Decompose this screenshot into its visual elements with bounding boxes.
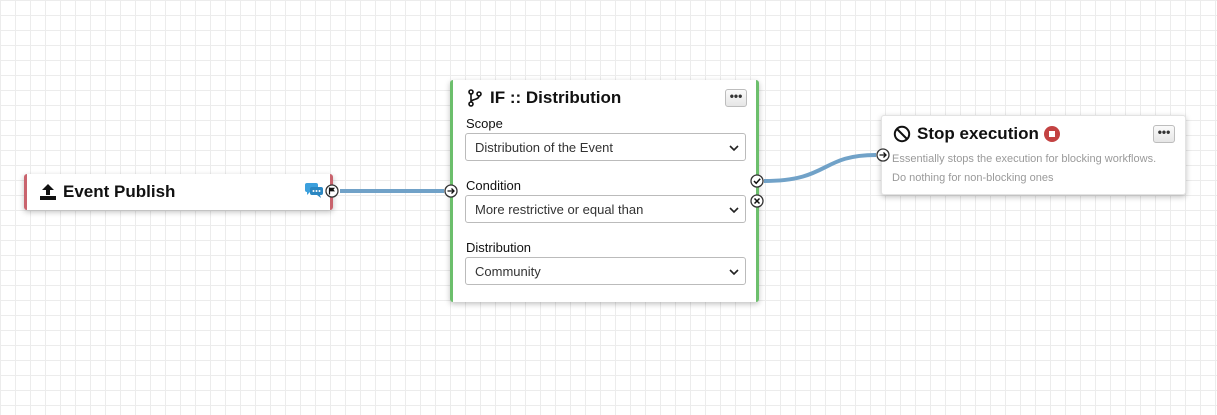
distribution-label: Distribution	[466, 240, 532, 255]
stop-options-button[interactable]: •••	[1153, 125, 1175, 143]
output-port-false[interactable]	[750, 194, 764, 208]
stop-description-line2: Do nothing for non-blocking ones	[892, 172, 1054, 184]
chevron-down-icon	[729, 145, 739, 152]
output-port-true[interactable]	[750, 174, 764, 188]
scope-value: Distribution of the Event	[475, 140, 614, 155]
comments-icon[interactable]	[304, 182, 324, 198]
input-port-arrow[interactable]	[444, 184, 458, 198]
upload-icon	[40, 184, 56, 200]
distribution-select[interactable]: Community	[465, 257, 746, 285]
trigger-node-event-publish[interactable]: Event Publish	[24, 174, 333, 210]
if-options-button[interactable]: •••	[725, 89, 747, 107]
distribution-value: Community	[475, 264, 541, 279]
output-port-flag[interactable]	[325, 184, 339, 198]
ban-icon	[893, 125, 911, 143]
scope-label: Scope	[466, 116, 503, 131]
condition-label: Condition	[466, 178, 521, 193]
wire-if-to-stop[interactable]	[763, 153, 877, 183]
stop-execution-node[interactable]: Stop execution ••• Essentially stops the…	[881, 115, 1186, 195]
condition-select[interactable]: More restrictive or equal than	[465, 195, 746, 223]
workflow-canvas[interactable]: Event Publish IF :: Distribution ••• Sco…	[0, 0, 1217, 415]
node-title: IF :: Distribution	[466, 88, 621, 108]
stop-circle-icon	[1043, 126, 1060, 142]
stop-description-line1: Essentially stops the execution for bloc…	[892, 153, 1157, 165]
trigger-title: Event Publish	[63, 182, 176, 201]
stop-title: Stop execution	[917, 124, 1039, 143]
chevron-down-icon	[729, 269, 739, 276]
chevron-down-icon	[729, 207, 739, 214]
code-branch-icon	[468, 89, 482, 107]
if-title: IF :: Distribution	[490, 88, 622, 107]
scope-select[interactable]: Distribution of the Event	[465, 133, 746, 161]
if-node-distribution[interactable]: IF :: Distribution ••• Scope Distributio…	[450, 80, 759, 302]
node-title: Event Publish	[39, 182, 175, 202]
node-title: Stop execution	[893, 124, 1060, 144]
input-port-arrow[interactable]	[876, 148, 890, 162]
condition-value: More restrictive or equal than	[475, 202, 644, 217]
